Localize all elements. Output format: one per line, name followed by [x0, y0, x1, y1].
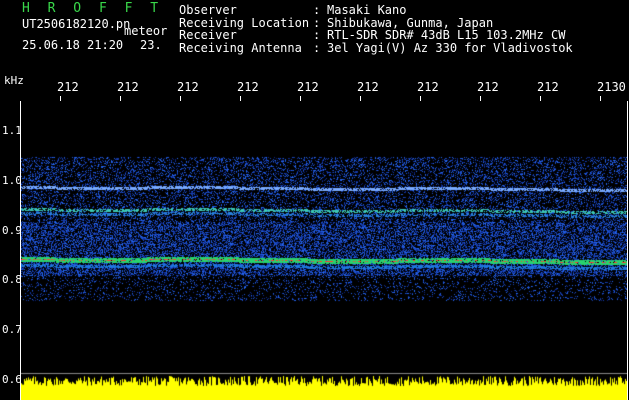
right-axis-line — [627, 101, 628, 400]
info-key: Observer — [179, 3, 237, 17]
y-axis-unit: kHz — [4, 74, 24, 87]
info-row-observer: Observer: Masaki Kano — [179, 3, 407, 17]
y-tick-label: 0.7 — [2, 323, 22, 336]
meteor-count: 23. — [140, 38, 162, 52]
info-key: Receiver — [179, 28, 237, 42]
meteor-label: meteor — [124, 24, 168, 38]
x-tick-label: 212 — [357, 80, 379, 94]
info-row-receiver: Receiver: RTL-SDR SDR# 43dB L15 103.2MHz … — [179, 28, 566, 42]
station-info: Observer: Masaki Kano Receiving Location:… — [179, 4, 573, 54]
image-filename: UT2506182120.pn — [22, 17, 131, 31]
x-tick-label: 212 — [57, 80, 79, 94]
info-value: RTL-SDR SDR# 43dB L15 103.2MHz CW — [327, 28, 566, 42]
power-histogram — [21, 370, 627, 400]
y-tick-label: 0.9 — [2, 224, 22, 237]
x-tick-label: 212 — [537, 80, 559, 94]
info-value: 3el Yagi(V) Az 330 for Vladivostok — [327, 40, 573, 55]
y-tick-label: 1.1 — [2, 124, 22, 137]
x-tick-label: 2130 — [597, 80, 626, 94]
x-tick-label: 212 — [237, 80, 259, 94]
y-tick-label: 1.0 — [2, 174, 22, 187]
info-value: Masaki Kano — [327, 3, 407, 17]
spectrogram-plot — [21, 101, 627, 369]
y-tick-label: 0.8 — [2, 273, 22, 286]
x-tick-label: 212 — [477, 80, 499, 94]
info-row-antenna: Receiving Antenna:3el Yagi(V) Az 330 for… — [179, 40, 573, 55]
x-tick-label: 212 — [417, 80, 439, 94]
capture-datetime: 25.06.18 21:20 — [22, 38, 124, 52]
x-tick-label: 212 — [177, 80, 199, 94]
x-tick-label: 212 — [117, 80, 139, 94]
x-tick-label: 212 — [297, 80, 319, 94]
app-brand: H R O F F T — [22, 1, 164, 16]
info-key: Receiving Antenna — [179, 40, 302, 55]
y-tick-label: 0.6 — [2, 373, 22, 386]
